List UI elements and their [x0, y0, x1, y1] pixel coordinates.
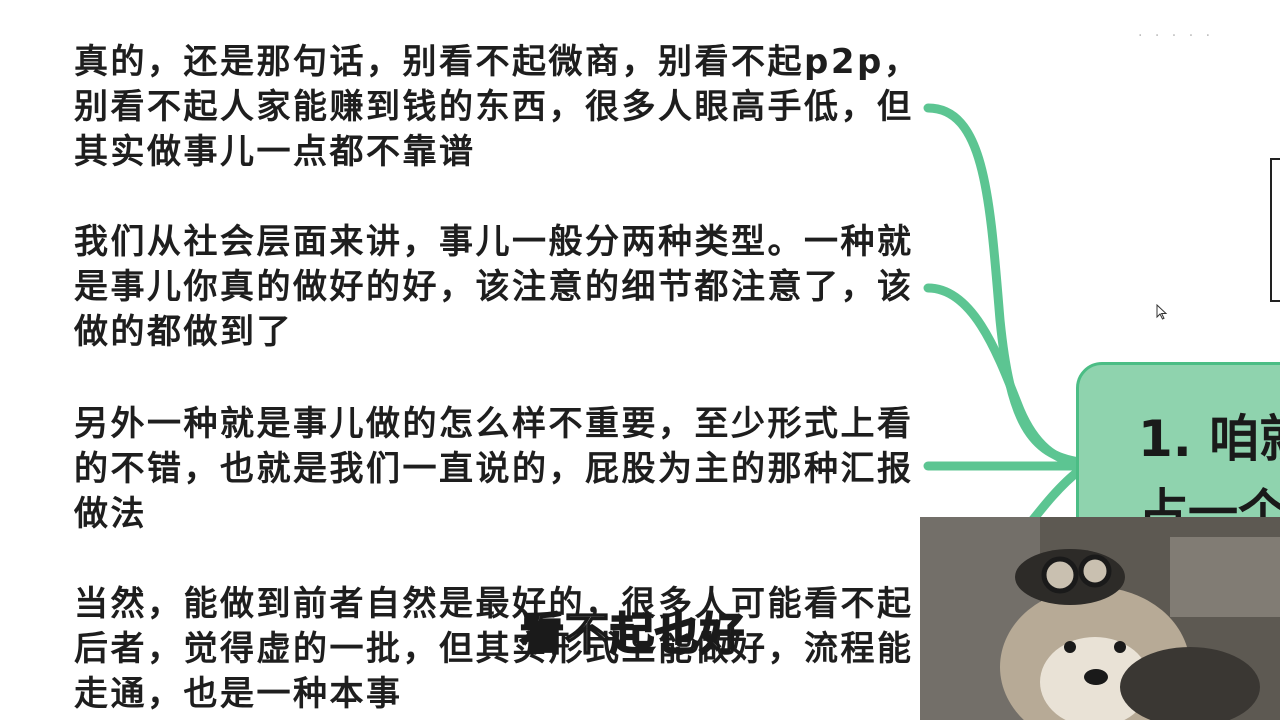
connector-branch-1: [923, 103, 1085, 467]
right-edge-frame: [1270, 158, 1280, 302]
top-decoration: · · · · ·: [1138, 28, 1215, 44]
mindmap-node-line-1: 1. 咱就: [1138, 410, 1280, 468]
webcam-overlay: [920, 517, 1280, 720]
paragraph-4: 当然，能做到前者自然是最好的，很多人可能看不起后者，觉得虚的一批，但其实形式上能…: [74, 584, 914, 714]
paragraph-1: 真的，还是那句话，别看不起微商，别看不起p2p，别看不起人家能赚到钱的东西，很多…: [74, 42, 921, 172]
paragraph-3: 另外一种就是事儿做的怎么样不重要，至少形式上看的不错，也就是我们一直说的，屁股为…: [74, 404, 914, 534]
webcam-avatar-image: [920, 517, 1280, 720]
video-subtitle: 看不起也好: [519, 608, 745, 661]
mouse-cursor-icon: [1156, 304, 1168, 320]
paragraph-2: 我们从社会层面来讲，事儿一般分两种类型。一种就是事儿你真的做好的好，该注意的细节…: [74, 222, 914, 352]
